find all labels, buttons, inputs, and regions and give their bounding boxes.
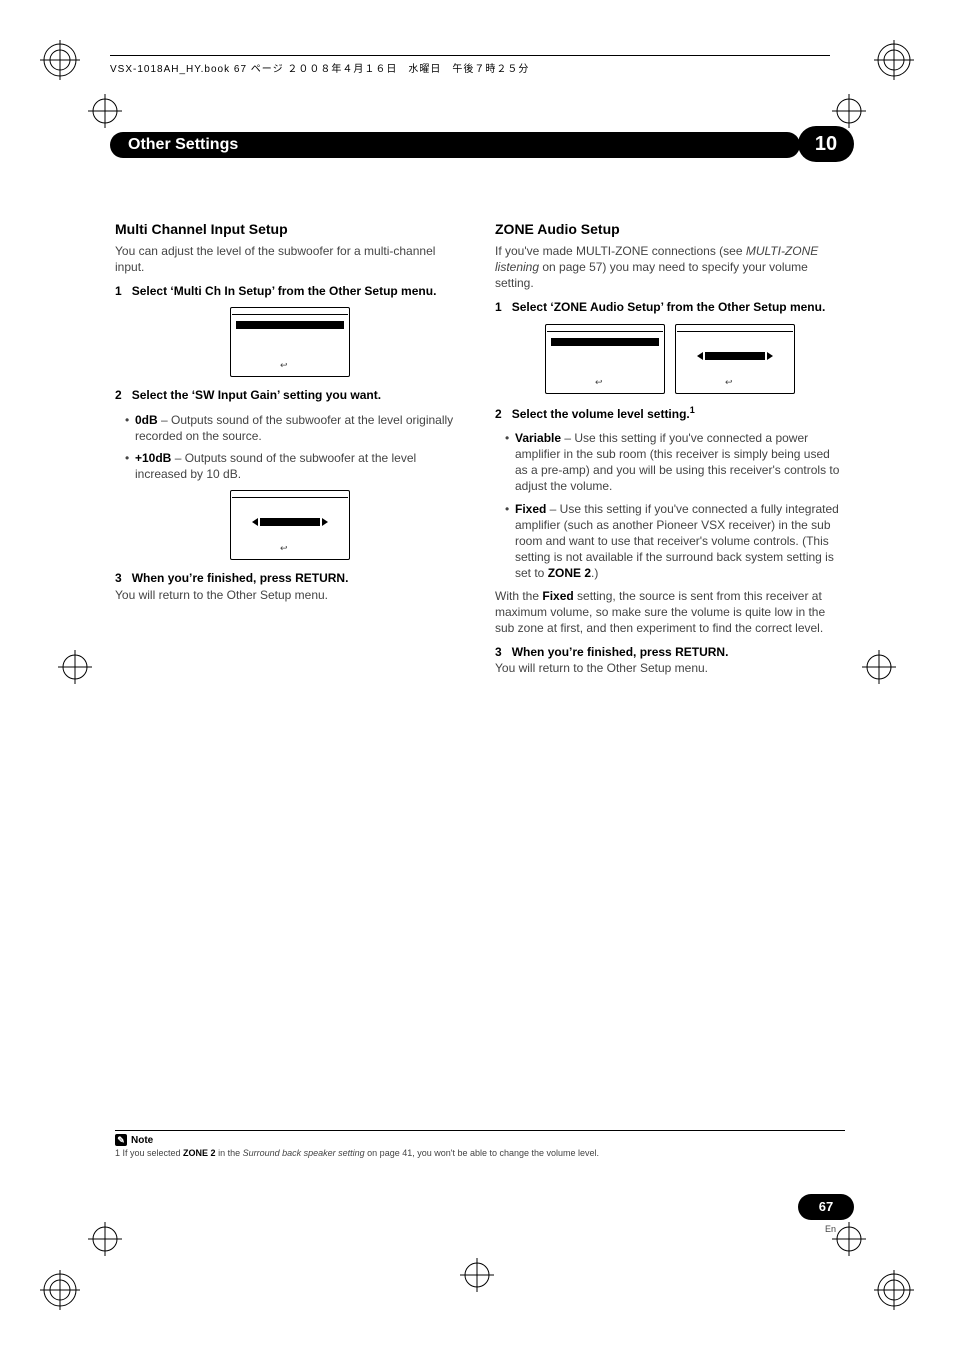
screen-illustration-pair: ↩ ↩	[495, 324, 845, 394]
page-number: 67	[798, 1194, 854, 1220]
note-label: ✎ Note	[115, 1134, 153, 1146]
bullet-text: – Outputs sound of the subwoofer at the …	[135, 451, 416, 481]
bullet-bold: ZONE 2	[548, 566, 591, 580]
step-num: 2	[115, 388, 122, 402]
crossmark-icon	[88, 1222, 122, 1256]
intro-text: If you've made MULTI-ZONE connections (s…	[495, 243, 845, 292]
screen-illustration: ↩	[230, 490, 350, 560]
note-icon: ✎	[115, 1134, 127, 1146]
footnote-ref: 1	[690, 405, 695, 415]
step-2: 2 Select the volume level setting.1	[495, 404, 845, 422]
crossmark-icon	[58, 650, 92, 684]
header-rule	[110, 55, 830, 56]
step-3: 3 When you’re finished, press RETURN. Yo…	[495, 644, 845, 676]
step-text: Select the volume level setting.	[512, 407, 690, 421]
bullet-bold: 0dB	[135, 413, 158, 427]
return-icon: ↩	[280, 542, 288, 554]
step-num: 2	[495, 407, 502, 421]
regmark-icon	[874, 1270, 914, 1310]
step-2: 2 Select the ‘SW Input Gain’ setting you…	[115, 387, 465, 403]
step-num: 1	[115, 284, 122, 298]
left-column: Multi Channel Input Setup You can adjust…	[115, 220, 465, 684]
page: VSX-1018AH_HY.book 67 ページ ２００８年４月１６日 水曜日…	[0, 0, 954, 1350]
chapter-title: Other Settings	[110, 132, 800, 158]
bullet-text: – Use this setting if you've connected a…	[515, 431, 839, 494]
crossmark-icon	[460, 1258, 494, 1292]
step-num: 3	[495, 645, 502, 659]
return-icon: ↩	[725, 376, 733, 388]
text: With the	[495, 589, 542, 603]
bullet-item: • Fixed – Use this setting if you've con…	[505, 501, 845, 582]
step-after: You will return to the Other Setup menu.	[495, 661, 708, 675]
bullet-bold: +10dB	[135, 451, 171, 465]
return-icon: ↩	[280, 359, 288, 371]
step-text: When you’re finished, press RETURN.	[132, 571, 349, 585]
step-1: 1 Select ‘ZONE Audio Setup’ from the Oth…	[495, 299, 845, 315]
step-3: 3 When you’re finished, press RETURN. Yo…	[115, 570, 465, 602]
note-rule	[115, 1130, 845, 1131]
note-text: 1 If you selected ZONE 2 in the Surround…	[115, 1148, 845, 1158]
bullet-text: – Outputs sound of the subwoofer at the …	[135, 413, 453, 443]
regmark-icon	[874, 40, 914, 80]
step-num: 3	[115, 571, 122, 585]
step-1: 1 Select ‘Multi Ch In Setup’ from the Ot…	[115, 283, 465, 299]
text: on page 57) you may need to specify your…	[495, 260, 808, 290]
bullet-item: • 0dB – Outputs sound of the subwoofer a…	[125, 412, 465, 444]
step-num: 1	[495, 300, 502, 314]
bullet-text: .)	[591, 566, 598, 580]
crossmark-icon	[88, 94, 122, 128]
intro-text: You can adjust the level of the subwoofe…	[115, 243, 465, 275]
crossmark-icon	[832, 94, 866, 128]
chapter-number: 10	[798, 126, 854, 162]
section-heading: ZONE Audio Setup	[495, 220, 845, 239]
text: on page 41, you won't be able to change …	[365, 1148, 599, 1158]
right-column: ZONE Audio Setup If you've made MULTI-ZO…	[495, 220, 845, 684]
crossmark-icon	[832, 1222, 866, 1256]
text-bold: ZONE 2	[183, 1148, 216, 1158]
bullet-item: • +10dB – Outputs sound of the subwoofer…	[125, 450, 465, 482]
step-text: Select ‘ZONE Audio Setup’ from the Other…	[512, 300, 826, 314]
text: in the	[216, 1148, 243, 1158]
note-label-text: Note	[131, 1135, 153, 1146]
text: 1 If you selected	[115, 1148, 183, 1158]
paragraph: With the Fixed setting, the source is se…	[495, 588, 845, 637]
regmark-icon	[40, 40, 80, 80]
step-text: When you’re finished, press RETURN.	[512, 645, 729, 659]
page-lang: En	[825, 1224, 836, 1234]
step-after: You will return to the Other Setup menu.	[115, 588, 328, 602]
header-bookline: VSX-1018AH_HY.book 67 ページ ２００８年４月１６日 水曜日…	[110, 60, 529, 75]
text-italic: Surround back speaker setting	[243, 1148, 365, 1158]
return-icon: ↩	[595, 376, 603, 388]
step-text: Select ‘Multi Ch In Setup’ from the Othe…	[132, 284, 437, 298]
screen-illustration: ↩	[230, 307, 350, 377]
content-area: Multi Channel Input Setup You can adjust…	[115, 220, 845, 684]
crossmark-icon	[862, 650, 896, 684]
bullet-bold: Variable	[515, 431, 561, 445]
text: If you've made MULTI-ZONE connections (s…	[495, 244, 746, 258]
text-bold: Fixed	[542, 589, 573, 603]
step-text: Select the ‘SW Input Gain’ setting you w…	[132, 388, 381, 402]
bullet-item: • Variable – Use this setting if you've …	[505, 430, 845, 495]
regmark-icon	[40, 1270, 80, 1310]
bullet-bold: Fixed	[515, 502, 546, 516]
section-heading: Multi Channel Input Setup	[115, 220, 465, 239]
